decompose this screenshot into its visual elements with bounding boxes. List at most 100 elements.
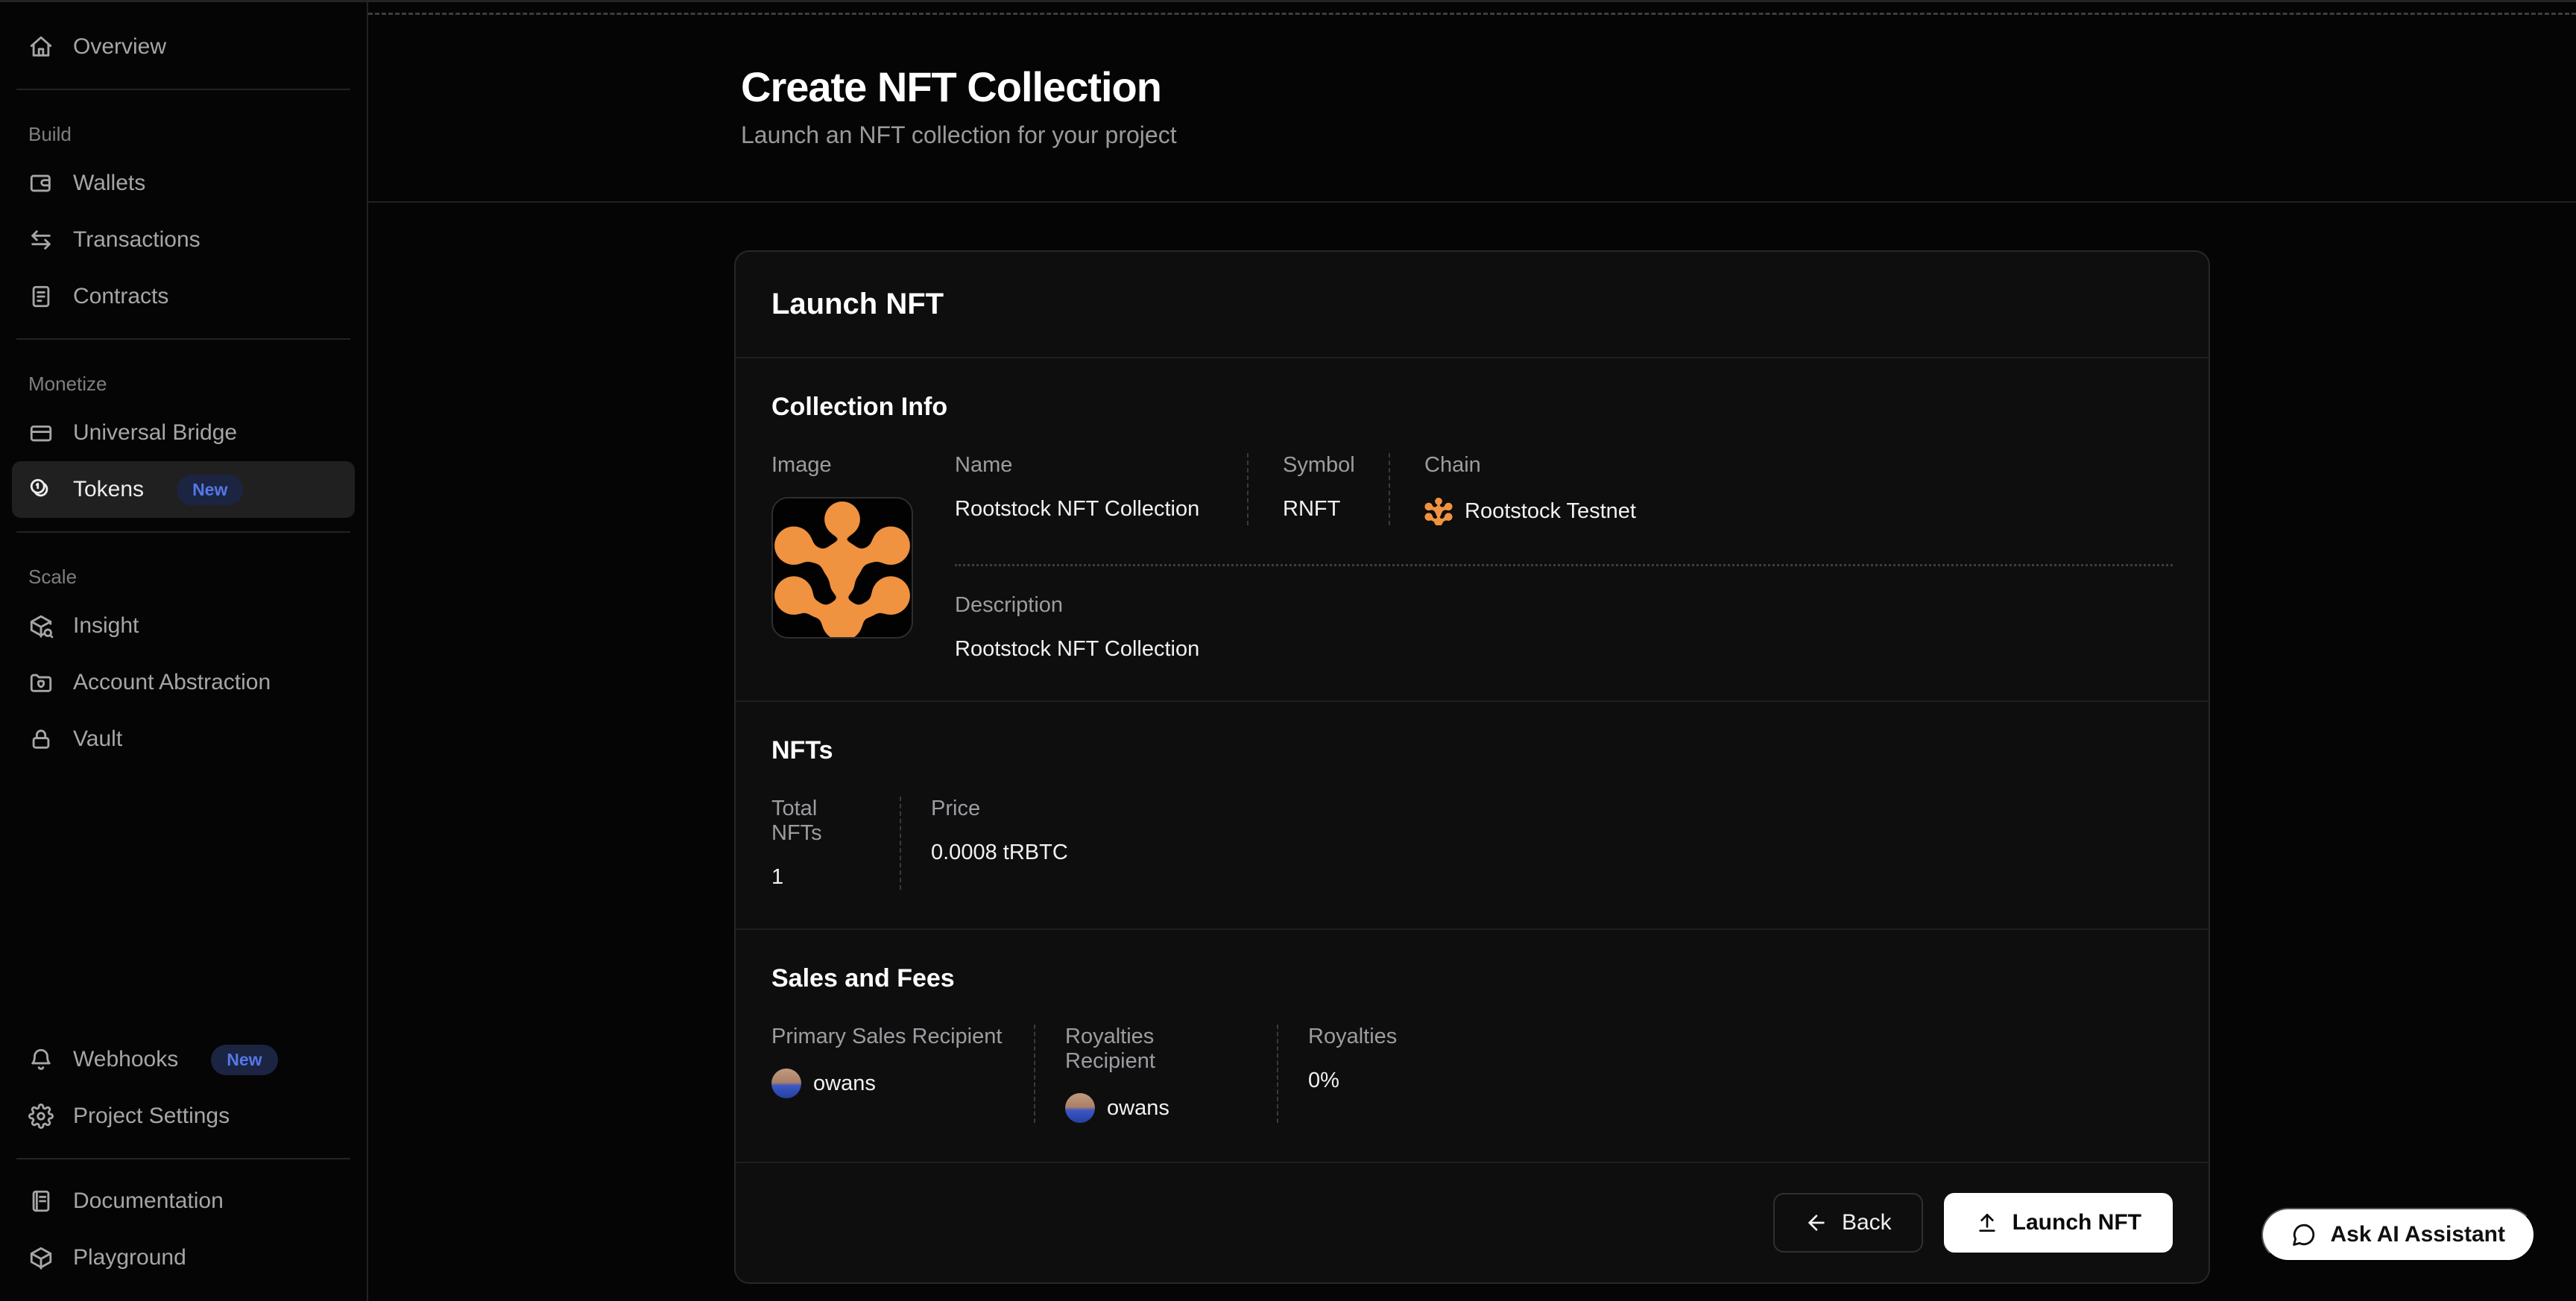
royalties-field: Royalties 0% <box>1277 1025 1427 1123</box>
primary-sales-recipient-value: owans <box>771 1069 1004 1098</box>
total-nfts-value: 1 <box>771 865 870 890</box>
sidebar-item-label: Universal Bridge <box>73 420 237 446</box>
sidebar-item-label: Contracts <box>73 284 168 309</box>
description-value: Rootstock NFT Collection <box>955 637 2173 662</box>
chain-name: Rootstock Testnet <box>1465 499 1636 524</box>
royalties-recipient-field: Royalties Recipient owans <box>1034 1025 1277 1123</box>
gear-icon <box>28 1104 54 1129</box>
sidebar-divider <box>16 531 350 533</box>
sidebar-item-label: Project Settings <box>73 1104 230 1129</box>
sidebar-item-label: Insight <box>73 613 139 639</box>
price-field: Price 0.0008 tRBTC <box>900 797 1098 890</box>
price-value: 0.0008 tRBTC <box>931 841 1068 865</box>
launch-nft-button-label: Launch NFT <box>2012 1210 2141 1235</box>
cube-icon <box>28 1245 54 1270</box>
contract-icon <box>28 284 54 309</box>
recipient-name: owans <box>813 1071 876 1096</box>
upload-icon <box>1975 1211 1999 1235</box>
sidebar-section-monetize: Monetize <box>12 373 355 396</box>
sidebar-item-label: Vault <box>73 727 122 752</box>
sidebar-item-transactions[interactable]: Transactions <box>12 212 355 268</box>
royalties-value: 0% <box>1308 1069 1397 1093</box>
sidebar-item-label: Playground <box>73 1245 186 1270</box>
avatar <box>1065 1093 1095 1123</box>
rootstock-chain-icon <box>1424 497 1453 525</box>
sidebar-item-tokens[interactable]: Tokens New <box>12 461 355 518</box>
royalties-recipient-label: Royalties Recipient <box>1065 1025 1247 1074</box>
sidebar-item-contracts[interactable]: Contracts <box>12 268 355 325</box>
home-icon <box>28 34 54 60</box>
chat-bubble-icon <box>2291 1222 2317 1247</box>
sidebar-item-label: Documentation <box>73 1188 224 1214</box>
sidebar: Overview Build Wallets Transactions Cont… <box>0 2 368 1301</box>
primary-sales-recipient-label: Primary Sales Recipient <box>771 1025 1004 1049</box>
sidebar-item-label: Wallets <box>73 171 145 196</box>
name-field: Name Rootstock NFT Collection <box>955 453 1247 525</box>
ask-ai-assistant-button[interactable]: Ask AI Assistant <box>2261 1208 2535 1262</box>
chain-value-row: Rootstock Testnet <box>1424 497 2173 525</box>
bell-icon <box>28 1047 54 1072</box>
collection-info-section: Collection Info Image <box>736 358 2209 702</box>
total-nfts-label: Total NFTs <box>771 797 870 846</box>
new-badge: New <box>177 475 243 505</box>
wallet-icon <box>28 171 54 196</box>
new-badge: New <box>211 1045 277 1075</box>
sidebar-item-vault[interactable]: Vault <box>12 711 355 767</box>
total-nfts-field: Total NFTs 1 <box>771 797 900 890</box>
back-button[interactable]: Back <box>1773 1193 1923 1253</box>
image-column: Image <box>771 453 955 662</box>
sidebar-item-overview[interactable]: Overview <box>12 19 355 75</box>
symbol-value: RNFT <box>1283 497 1389 522</box>
symbol-field: Symbol RNFT <box>1247 453 1389 525</box>
sidebar-item-documentation[interactable]: Documentation <box>12 1173 355 1229</box>
sidebar-item-wallets[interactable]: Wallets <box>12 155 355 212</box>
sidebar-item-label: Webhooks <box>73 1047 178 1072</box>
description-label: Description <box>955 593 2173 618</box>
ask-ai-assistant-label: Ask AI Assistant <box>2330 1222 2505 1247</box>
sidebar-item-universal-bridge[interactable]: Universal Bridge <box>12 405 355 461</box>
sidebar-divider <box>16 89 350 90</box>
recipient-name: owans <box>1107 1096 1169 1121</box>
sidebar-item-playground[interactable]: Playground <box>12 1229 355 1286</box>
price-label: Price <box>931 797 1068 821</box>
section-heading: NFTs <box>771 736 2173 765</box>
coins-icon <box>28 477 54 502</box>
launch-nft-button[interactable]: Launch NFT <box>1944 1193 2173 1253</box>
rootstock-artwork <box>773 498 912 637</box>
sidebar-item-account-abstraction[interactable]: Account Abstraction <box>12 654 355 711</box>
main-area: Create NFT Collection Launch an NFT coll… <box>368 2 2576 1301</box>
nfts-row: Total NFTs 1 Price 0.0008 tRBTC <box>771 797 2173 890</box>
symbol-label: Symbol <box>1283 453 1389 478</box>
dotted-divider <box>955 564 2173 566</box>
sidebar-divider <box>16 1158 350 1159</box>
app-window: Overview Build Wallets Transactions Cont… <box>0 0 2576 1301</box>
primary-sales-recipient-field: Primary Sales Recipient owans <box>771 1025 1034 1123</box>
sidebar-item-webhooks[interactable]: Webhooks New <box>12 1031 355 1088</box>
sidebar-item-label: Tokens <box>73 477 144 502</box>
sidebar-item-insight[interactable]: Insight <box>12 598 355 654</box>
sidebar-section-build: Build <box>12 123 355 146</box>
card-footer: Back Launch NFT <box>736 1162 2209 1282</box>
sidebar-item-project-settings[interactable]: Project Settings <box>12 1088 355 1145</box>
card-title: Launch NFT <box>771 288 2173 321</box>
arrows-left-right-icon <box>28 227 54 253</box>
sidebar-section-scale: Scale <box>12 566 355 589</box>
collection-info-details: Name Rootstock NFT Collection Symbol RNF… <box>955 453 2173 662</box>
page-header: Create NFT Collection Launch an NFT coll… <box>368 15 2576 203</box>
sidebar-divider <box>16 338 350 340</box>
package-search-icon <box>28 613 54 639</box>
name-label: Name <box>955 453 1247 478</box>
collection-info-row: Image <box>771 453 2173 662</box>
avatar <box>771 1069 801 1098</box>
section-heading: Sales and Fees <box>771 964 2173 993</box>
sidebar-item-label: Overview <box>73 34 166 60</box>
content-area: Launch NFT Collection Info Image <box>368 203 2576 1301</box>
name-value: Rootstock NFT Collection <box>955 497 1247 522</box>
book-icon <box>28 1188 54 1214</box>
page-title: Create NFT Collection <box>741 63 2576 111</box>
section-heading: Collection Info <box>771 393 2173 422</box>
sidebar-spacer <box>12 767 355 1031</box>
sidebar-item-label: Account Abstraction <box>73 670 271 695</box>
launch-nft-card: Launch NFT Collection Info Image <box>734 250 2210 1284</box>
name-symbol-chain-row: Name Rootstock NFT Collection Symbol RNF… <box>955 453 2173 525</box>
